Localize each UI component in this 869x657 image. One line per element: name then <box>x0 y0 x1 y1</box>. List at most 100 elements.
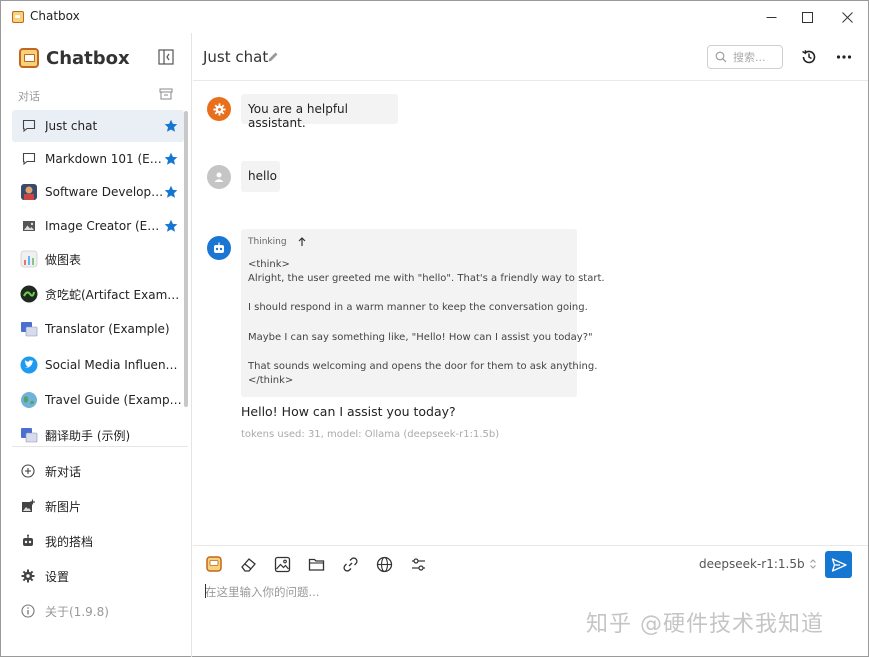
history-icon[interactable] <box>800 48 818 66</box>
session-item-software-developer[interactable]: Software Develop… <box>12 176 184 208</box>
my-copilots-button[interactable]: 我的搭档 <box>12 526 184 556</box>
session-label: Software Develop… <box>45 185 164 199</box>
thinking-line: </think> <box>248 375 294 386</box>
message-input[interactable] <box>205 582 765 602</box>
minimize-button[interactable] <box>751 1 791 33</box>
thinking-line: Alright, the user greeted me with "hello… <box>248 273 605 284</box>
model-selector[interactable]: deepseek-r1:1.5b <box>699 557 817 571</box>
more-options-icon[interactable] <box>835 48 853 66</box>
arrow-up-icon[interactable] <box>297 237 307 247</box>
user-avatar <box>207 165 231 189</box>
translator-avatar-icon <box>20 426 38 444</box>
robot-icon <box>214 242 224 253</box>
session-item-markdown[interactable]: Markdown 101 (E… <box>12 143 184 175</box>
chart-avatar-icon <box>20 250 38 268</box>
session-item-social-media[interactable]: Social Media Influence… <box>12 349 184 381</box>
close-button[interactable] <box>827 1 867 33</box>
user-icon <box>214 172 224 182</box>
chatbox-logo-icon <box>206 556 222 572</box>
info-icon <box>20 603 36 619</box>
thinking-line: <think> <box>248 259 290 270</box>
send-icon <box>831 557 847 572</box>
clear-context-button[interactable] <box>239 555 257 573</box>
attach-link-button[interactable] <box>341 555 359 573</box>
new-image-button[interactable]: 新图片 <box>12 491 184 521</box>
twitter-icon <box>20 356 38 374</box>
session-item-image-creator[interactable]: Image Creator (E… <box>12 210 184 242</box>
send-button[interactable] <box>825 551 852 578</box>
menu-label: 设置 <box>45 569 70 584</box>
chat-header: Just chat 搜索... <box>193 33 868 81</box>
link-icon <box>342 556 358 572</box>
session-item-just-chat[interactable]: Just chat <box>12 110 184 142</box>
session-item-snake[interactable]: 贪吃蛇(Artifact Example) <box>12 278 184 310</box>
robot-icon <box>20 533 36 549</box>
new-chat-button[interactable]: 新对话 <box>12 456 184 486</box>
thinking-block: Thinking <think> Alright, the user greet… <box>241 229 605 397</box>
globe-avatar-icon <box>20 391 38 409</box>
plus-circle-icon <box>20 463 36 479</box>
menu-label: 新图片 <box>45 499 82 514</box>
model-name: deepseek-r1:1.5b <box>699 557 805 571</box>
sidebar: Chatbox 对话 Just chat Markdown 101 (E… So… <box>1 33 192 657</box>
settings-button[interactable]: 设置 <box>12 561 184 591</box>
attach-image-button[interactable] <box>273 555 291 573</box>
search-icon <box>715 51 727 63</box>
session-label: 做图表 <box>45 252 82 267</box>
collapse-sidebar-icon[interactable] <box>158 49 174 65</box>
session-item-chart[interactable]: 做图表 <box>12 243 184 275</box>
system-message-text: You are a helpful assistant. <box>248 102 348 130</box>
assistant-avatar <box>207 236 231 260</box>
thinking-line: That sounds welcoming and opens the door… <box>248 361 598 372</box>
title-bar: Chatbox <box>1 1 868 33</box>
chat-settings-button[interactable] <box>409 555 427 573</box>
session-item-translator[interactable]: Translator (Example) <box>12 313 184 345</box>
globe-icon <box>376 556 392 572</box>
brand-name: Chatbox <box>46 47 130 69</box>
session-label: Social Media Influence… <box>45 358 184 372</box>
gear-icon <box>212 102 226 116</box>
session-label: Markdown 101 (E… <box>45 152 162 166</box>
section-label: 对话 <box>18 90 40 103</box>
session-scrollbar[interactable] <box>184 111 188 407</box>
star-icon[interactable] <box>164 219 178 233</box>
edit-icon[interactable] <box>267 51 279 63</box>
session-label: Just chat <box>45 119 98 133</box>
brand: Chatbox <box>19 46 130 70</box>
session-item-translation-assistant[interactable]: 翻译助手 (示例) <box>12 419 184 445</box>
message-meta: tokens used: 31, model: Ollama (deepseek… <box>241 429 500 440</box>
chat-bubble-icon <box>20 117 38 135</box>
star-icon[interactable] <box>164 119 178 133</box>
main-panel: Just chat 搜索... You are a helpful assist… <box>193 33 868 657</box>
menu-label: 我的搭档 <box>45 534 94 549</box>
text-caret <box>205 584 206 598</box>
session-label: Travel Guide (Example) <box>45 393 184 407</box>
star-icon[interactable] <box>164 185 178 199</box>
maximize-button[interactable] <box>787 1 827 33</box>
chat-bubble-icon <box>20 150 38 168</box>
maximize-icon <box>801 11 813 23</box>
web-search-button[interactable] <box>375 555 393 573</box>
session-label: 翻译助手 (示例) <box>45 428 131 443</box>
thinking-header[interactable]: Thinking <box>248 237 307 247</box>
search-box[interactable]: 搜索... <box>707 45 783 69</box>
attach-file-button[interactable] <box>307 555 325 573</box>
translator-avatar-icon <box>20 320 38 338</box>
chevron-updown-icon <box>809 559 816 569</box>
minimize-icon <box>766 16 776 18</box>
watermark: 知乎 @硬件技术我知道 <box>586 612 824 637</box>
chatbox-logo-icon <box>19 48 39 68</box>
session-label: 贪吃蛇(Artifact Example) <box>45 287 184 302</box>
close-icon <box>841 11 853 23</box>
menu-label: 新对话 <box>45 464 82 479</box>
chatbox-toolbar-button[interactable] <box>205 555 223 573</box>
archive-icon[interactable] <box>159 87 173 101</box>
star-icon[interactable] <box>164 152 178 166</box>
system-avatar <box>207 97 231 121</box>
session-item-travel-guide[interactable]: Travel Guide (Example) <box>12 384 184 416</box>
session-label: Translator (Example) <box>45 322 170 336</box>
about-button[interactable]: 关于(1.9.8) <box>12 596 184 626</box>
image-icon <box>20 217 38 235</box>
add-image-icon <box>20 498 36 514</box>
window-title: Chatbox <box>30 9 80 23</box>
